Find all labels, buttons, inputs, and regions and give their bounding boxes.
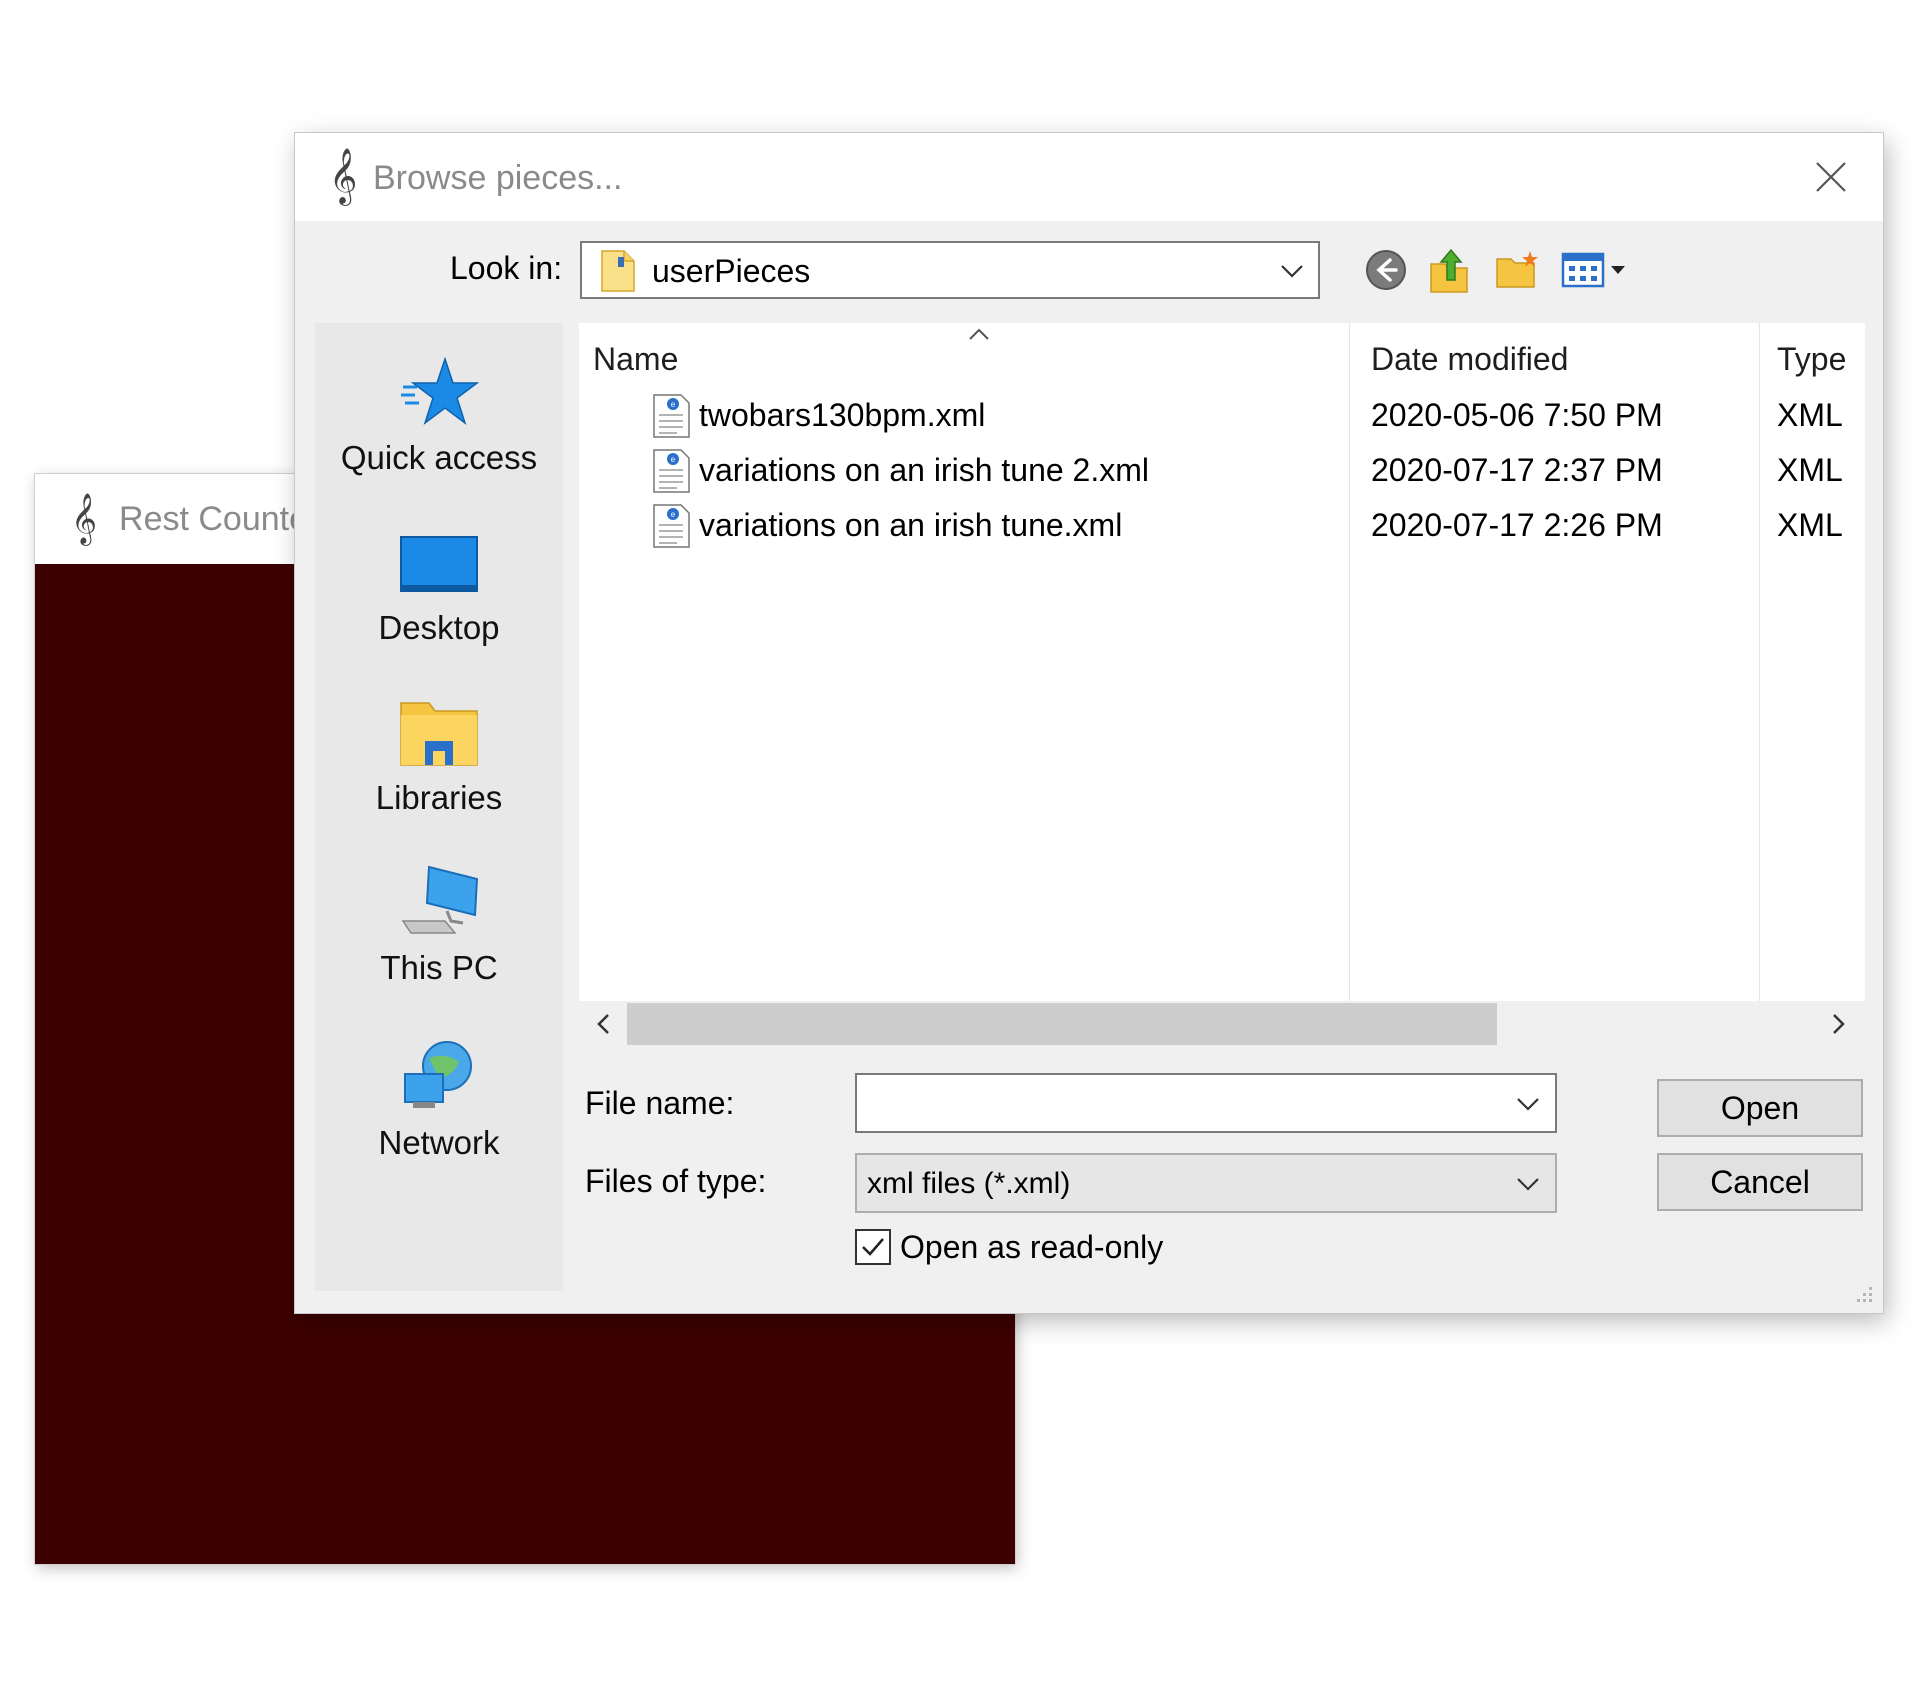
place-desktop[interactable]: Desktop: [315, 523, 563, 647]
place-label: Network: [378, 1124, 500, 1161]
dialog-title: Browse pieces...: [373, 159, 623, 197]
file-type: XML: [1777, 452, 1843, 488]
place-label: Libraries: [375, 779, 503, 816]
this-pc-icon: [401, 865, 479, 934]
xml-file-icon: e: [653, 449, 690, 493]
back-arrow-icon: [1366, 250, 1406, 290]
read-only-checkbox[interactable]: [855, 1229, 891, 1265]
file-row[interactable]: e variations on an irish tune.xml 2020-0…: [579, 499, 1865, 553]
browse-dialog: 𝄞 Browse pieces... Look in: userPieces Q…: [295, 133, 1883, 1313]
file-name-input[interactable]: [855, 1073, 1557, 1133]
scroll-right-icon[interactable]: [1821, 1007, 1855, 1041]
file-type: XML: [1777, 397, 1843, 433]
up-folder-icon: [1430, 248, 1468, 293]
look-in-dropdown[interactable]: userPieces: [580, 241, 1320, 299]
checkmark-icon: [862, 1238, 884, 1256]
horizontal-scrollbar[interactable]: [579, 1001, 1865, 1047]
place-label: This PC: [380, 949, 498, 986]
place-libraries[interactable]: Libraries: [315, 693, 563, 817]
treble-clef-icon: 𝄞: [329, 150, 358, 203]
file-type-label: Files of type:: [585, 1163, 767, 1199]
view-menu-button[interactable]: [1557, 244, 1637, 296]
dialog-titlebar[interactable]: 𝄞 Browse pieces...: [295, 133, 1883, 221]
file-row[interactable]: e variations on an irish tune 2.xml 2020…: [579, 444, 1865, 498]
xml-file-icon: e: [653, 504, 690, 548]
folder-icon: [601, 250, 635, 292]
open-button[interactable]: Open: [1657, 1079, 1863, 1137]
sort-ascending-icon: [969, 328, 989, 340]
file-name-label: File name:: [585, 1085, 735, 1121]
up-folder-button[interactable]: [1423, 244, 1475, 296]
scrollbar-thumb[interactable]: [627, 1003, 1497, 1045]
column-header-date[interactable]: Date modified: [1371, 341, 1568, 378]
desktop-icon: [400, 536, 478, 592]
treble-clef-icon: 𝄞: [71, 494, 98, 543]
file-date: 2020-07-17 2:26 PM: [1371, 507, 1663, 543]
place-label: Desktop: [378, 609, 500, 646]
chevron-down-icon: [1517, 1178, 1539, 1191]
file-date: 2020-05-06 7:50 PM: [1371, 397, 1663, 433]
places-bar: Quick access Desktop Libraries This PC N…: [315, 323, 563, 1291]
svg-text:e: e: [671, 455, 676, 464]
resize-grip-icon[interactable]: [1851, 1281, 1875, 1305]
quick-access-star-icon: [401, 356, 479, 426]
look-in-label: Look in:: [450, 250, 563, 286]
libraries-icon: [400, 702, 478, 766]
place-label: Quick access: [340, 439, 538, 476]
network-icon: [404, 1041, 472, 1108]
file-name: variations on an irish tune.xml: [699, 507, 1123, 543]
chevron-down-icon: [1281, 265, 1303, 278]
column-header-type[interactable]: Type: [1777, 341, 1846, 378]
file-name: variations on an irish tune 2.xml: [699, 452, 1149, 488]
cancel-button[interactable]: Cancel: [1657, 1153, 1863, 1211]
scroll-left-icon[interactable]: [587, 1007, 621, 1041]
file-type: XML: [1777, 507, 1843, 543]
read-only-label[interactable]: Open as read-only: [900, 1229, 1163, 1266]
column-header-name[interactable]: Name: [593, 341, 678, 378]
close-icon: [1816, 162, 1846, 192]
new-folder-button[interactable]: [1491, 244, 1543, 296]
chevron-down-icon[interactable]: [1513, 1089, 1543, 1119]
close-button[interactable]: [1801, 147, 1861, 207]
background-window-title: Rest Counte: [119, 499, 309, 538]
back-button[interactable]: [1360, 244, 1412, 296]
file-list[interactable]: Name Date modified Type e twobars130bpm.…: [579, 323, 1865, 1043]
place-network[interactable]: Network: [315, 1038, 563, 1162]
look-in-value: userPieces: [652, 253, 811, 289]
place-quick-access[interactable]: Quick access: [315, 353, 563, 477]
place-this-pc[interactable]: This PC: [315, 863, 563, 987]
view-menu-icon: [1561, 252, 1625, 288]
file-type-dropdown[interactable]: xml files (*.xml): [855, 1153, 1557, 1213]
file-row[interactable]: e twobars130bpm.xml 2020-05-06 7:50 PM X…: [579, 389, 1865, 443]
file-name: twobars130bpm.xml: [699, 397, 986, 433]
svg-text:e: e: [671, 510, 676, 519]
new-folder-icon: [1496, 251, 1538, 288]
xml-file-icon: e: [653, 394, 690, 438]
file-date: 2020-07-17 2:37 PM: [1371, 452, 1663, 488]
svg-text:e: e: [671, 400, 676, 409]
file-type-value: xml files (*.xml): [867, 1167, 1071, 1200]
